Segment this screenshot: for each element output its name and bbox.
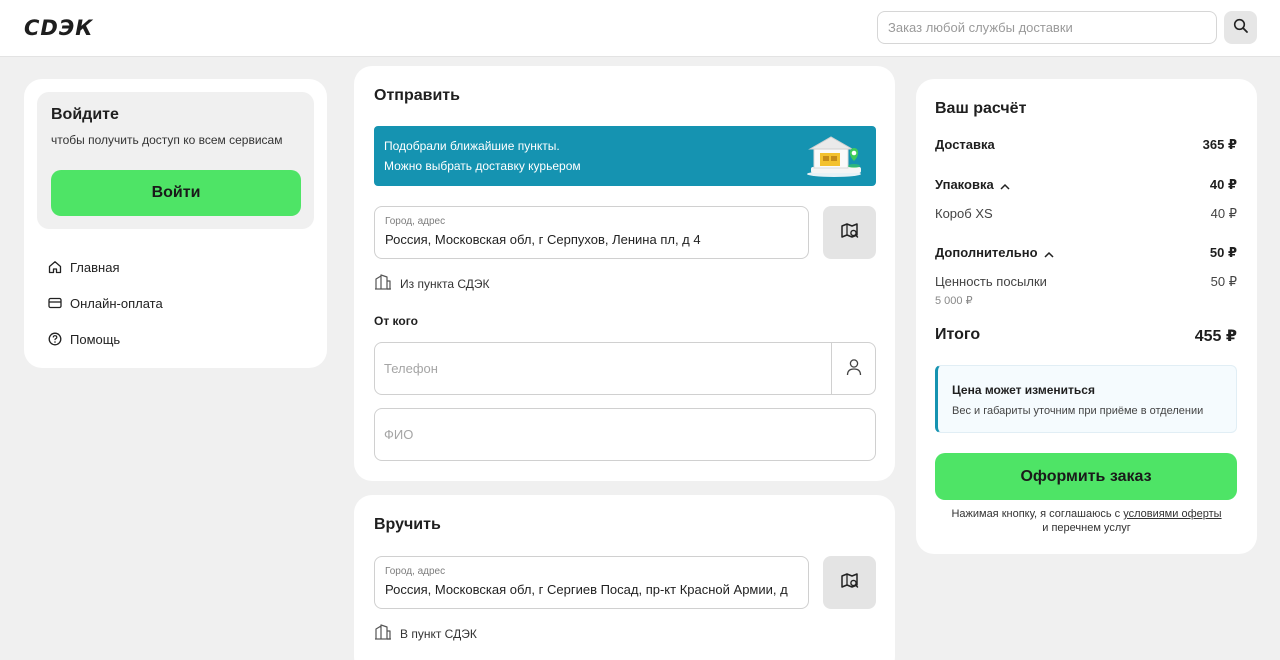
search-button[interactable] bbox=[1224, 11, 1257, 44]
insurance-label: Ценность посылки bbox=[935, 274, 1047, 289]
search-icon bbox=[1233, 18, 1249, 37]
notice-text: Вес и габариты уточним при приёме в отде… bbox=[952, 405, 1204, 417]
phone-field[interactable] bbox=[374, 342, 876, 395]
terms-text: Нажимая кнопку, я соглашаюсь с условиями… bbox=[916, 507, 1257, 535]
send-address-field[interactable]: Город, адрес Россия, Московская обл, г С… bbox=[374, 206, 809, 259]
calculation-card: Ваш расчёт Доставка 365 ₽ Упаковка 40 ₽ … bbox=[916, 79, 1257, 554]
from-label: От кого bbox=[374, 314, 418, 328]
deliver-address-field[interactable]: Город, адрес Россия, Московская обл, г С… bbox=[374, 556, 809, 609]
nav-label-home: Главная bbox=[70, 259, 120, 275]
extra-toggle[interactable]: Дополнительно bbox=[935, 245, 1054, 261]
nav-label-payment: Онлайн-оплата bbox=[70, 295, 163, 311]
total-value: 455 ₽ bbox=[1194, 328, 1237, 345]
card-icon bbox=[47, 296, 62, 311]
sidebar-card: Войдите чтобы получить доступ ко всем се… bbox=[24, 79, 327, 368]
deliver-point-type[interactable]: В пункт СДЭК bbox=[374, 623, 477, 644]
login-panel: Войдите чтобы получить доступ ко всем се… bbox=[37, 92, 314, 229]
deliver-map-button[interactable] bbox=[823, 556, 876, 609]
info-banner: Подобрали ближайшие пункты. Можно выбрат… bbox=[374, 126, 876, 186]
contact-button[interactable] bbox=[831, 343, 875, 394]
send-address-value[interactable]: Россия, Московская обл, г Серпухов, Лени… bbox=[385, 232, 800, 247]
banner-line-2: Можно выбрать доставку курьером bbox=[384, 159, 581, 173]
insurance-amount: 5 000 ₽ bbox=[935, 295, 973, 307]
home-icon bbox=[47, 260, 62, 275]
map-search-icon bbox=[840, 221, 860, 244]
cdek-logo[interactable]: СDЭК bbox=[24, 16, 93, 40]
deliver-point-label: В пункт СДЭК bbox=[400, 626, 477, 641]
extra-label: Дополнительно bbox=[935, 245, 1038, 260]
nav-item-help[interactable]: Помощь bbox=[47, 329, 120, 349]
login-title: Войдите bbox=[51, 106, 119, 123]
calc-title: Ваш расчёт bbox=[935, 100, 1027, 117]
name-field[interactable] bbox=[374, 408, 876, 461]
send-point-label: Из пункта СДЭК bbox=[400, 276, 490, 291]
send-map-button[interactable] bbox=[823, 206, 876, 259]
map-search-icon bbox=[840, 571, 860, 594]
deliver-address-label: Город, адрес bbox=[385, 566, 446, 577]
terms-suffix: и перечнем услуг bbox=[1042, 522, 1131, 534]
terms-prefix: Нажимая кнопку, я соглашаюсь с bbox=[951, 508, 1124, 520]
nav-item-home[interactable]: Главная bbox=[47, 257, 119, 277]
top-header: СDЭК bbox=[0, 0, 1280, 57]
deliver-address-value[interactable]: Россия, Московская обл, г Сергиев Посад,… bbox=[385, 582, 800, 597]
deliver-title: Вручить bbox=[374, 516, 441, 533]
building-icon bbox=[374, 273, 392, 294]
delivery-label: Доставка bbox=[935, 137, 995, 152]
send-title: Отправить bbox=[374, 87, 460, 104]
packaging-label: Упаковка bbox=[935, 177, 994, 192]
login-button[interactable]: Войти bbox=[51, 170, 301, 216]
phone-input[interactable] bbox=[375, 343, 831, 394]
box-value: 40 ₽ bbox=[1210, 206, 1237, 221]
delivery-value: 365 ₽ bbox=[1202, 137, 1237, 152]
help-icon bbox=[47, 332, 62, 347]
banner-line-1: Подобрали ближайшие пункты. bbox=[384, 139, 560, 153]
name-input[interactable] bbox=[375, 409, 875, 460]
login-subtitle: чтобы получить доступ ко всем сервисам bbox=[51, 133, 283, 147]
person-icon bbox=[846, 358, 862, 379]
chevron-up-icon bbox=[1044, 246, 1054, 261]
offer-terms-link[interactable]: условиями оферты bbox=[1123, 508, 1221, 520]
notice-title: Цена может измениться bbox=[952, 383, 1095, 397]
place-order-button[interactable]: Оформить заказ bbox=[935, 453, 1237, 500]
office-illustration-icon bbox=[806, 134, 866, 181]
insurance-value: 50 ₽ bbox=[1210, 274, 1237, 289]
extra-value: 50 ₽ bbox=[1209, 245, 1237, 260]
send-address-label: Город, адрес bbox=[385, 216, 446, 227]
total-label: Итого bbox=[935, 326, 981, 343]
send-point-type[interactable]: Из пункта СДЭК bbox=[374, 273, 489, 294]
packaging-toggle[interactable]: Упаковка bbox=[935, 177, 1010, 193]
deliver-card: Вручить Город, адрес Россия, Московская … bbox=[354, 495, 895, 660]
send-card: Отправить Подобрали ближайшие пункты. Мо… bbox=[354, 66, 895, 481]
search-input[interactable] bbox=[877, 11, 1217, 44]
chevron-up-icon bbox=[1000, 178, 1010, 193]
building-icon bbox=[374, 623, 392, 644]
nav-label-help: Помощь bbox=[70, 331, 121, 347]
packaging-value: 40 ₽ bbox=[1209, 177, 1237, 192]
price-notice: Цена может измениться Вес и габариты уто… bbox=[935, 365, 1237, 433]
box-label: Короб XS bbox=[935, 206, 993, 221]
nav-item-payment[interactable]: Онлайн-оплата bbox=[47, 293, 163, 313]
